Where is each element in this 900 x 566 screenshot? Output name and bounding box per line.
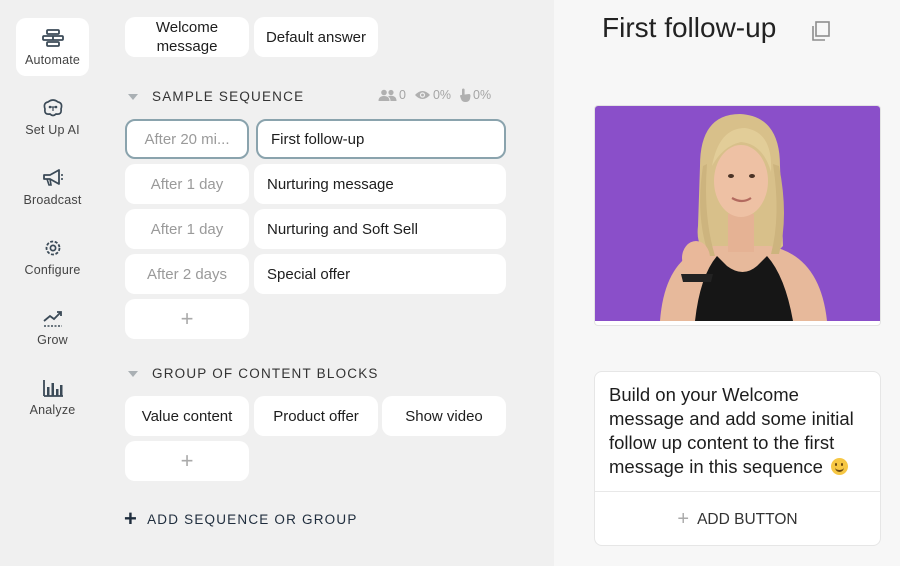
sidebar-item-broadcast[interactable]: Broadcast xyxy=(16,158,89,216)
gif-image xyxy=(595,106,880,321)
sidebar-item-analyze[interactable]: Analyze xyxy=(16,368,89,426)
delay-label: After 20 mi... xyxy=(144,130,230,148)
delay-label: After 1 day xyxy=(150,220,224,238)
smile-emoji-icon xyxy=(831,458,849,475)
default-answer-tile[interactable]: Default answer xyxy=(254,17,378,57)
users-count: 0 xyxy=(399,88,406,102)
message-label: Nurturing message xyxy=(267,175,394,193)
collapse-caret-icon[interactable] xyxy=(128,93,138,100)
plus-icon: + xyxy=(124,506,139,531)
sequence-delay-4[interactable]: After 2 days xyxy=(125,254,249,294)
sidebar-item-label: Set Up AI xyxy=(25,122,80,137)
sequence-message-4[interactable]: Special offer xyxy=(254,254,506,294)
sequence-delay-2[interactable]: After 1 day xyxy=(125,164,249,204)
sequence-header[interactable]: SAMPLE SEQUENCE xyxy=(128,89,304,104)
add-sequence-or-group-button[interactable]: + ADD SEQUENCE OR GROUP xyxy=(124,506,358,531)
sequence-message-1[interactable]: First follow-up xyxy=(256,119,506,159)
sidebar-item-grow[interactable]: Grow xyxy=(16,298,89,356)
block-label: Product offer xyxy=(273,407,359,425)
image-card[interactable] xyxy=(594,105,881,326)
message-label: First follow-up xyxy=(271,130,365,148)
welcome-message-tile[interactable]: Welcome message xyxy=(125,17,249,57)
message-label: Nurturing and Soft Sell xyxy=(267,220,418,238)
clicks-stat: 0% xyxy=(459,88,491,102)
pointer-hand-icon xyxy=(460,88,471,102)
plus-icon: + xyxy=(180,448,194,473)
content-block-show-video[interactable]: Show video xyxy=(382,396,506,436)
sequence-title: SAMPLE SEQUENCE xyxy=(152,89,305,104)
sidebar-item-automate[interactable]: Automate xyxy=(16,18,89,76)
sequence-stats: 0 0% 0% xyxy=(378,88,499,102)
sidebar: Automate Set Up AI Broadcast Configure G… xyxy=(0,0,106,566)
sidebar-item-label: Configure xyxy=(24,262,81,277)
collapse-caret-icon[interactable] xyxy=(128,370,138,377)
plus-icon: + xyxy=(180,306,194,331)
content-block-product-offer[interactable]: Product offer xyxy=(254,396,378,436)
eye-icon xyxy=(414,91,430,99)
add-sequence-message-button[interactable]: + xyxy=(125,299,249,339)
content-block-value[interactable]: Value content xyxy=(125,396,249,436)
bar-chart-icon xyxy=(42,379,63,397)
delay-label: After 2 days xyxy=(146,265,228,283)
automate-icon xyxy=(41,28,64,47)
ai-brain-icon xyxy=(43,98,62,116)
message-text[interactable]: Build on your Welcome message and add so… xyxy=(595,372,880,491)
trend-up-icon xyxy=(42,310,62,327)
message-title[interactable]: First follow-up xyxy=(602,12,776,44)
message-text-content: Build on your Welcome message and add so… xyxy=(609,384,854,477)
block-label: Show video xyxy=(405,407,483,425)
sequence-delay-3[interactable]: After 1 day xyxy=(125,209,249,249)
sidebar-item-label: Automate xyxy=(24,52,81,67)
views-rate: 0% xyxy=(432,88,452,102)
sequence-delay-1[interactable]: After 20 mi... xyxy=(125,119,249,159)
message-label: Special offer xyxy=(267,265,351,283)
sequence-message-2[interactable]: Nurturing message xyxy=(254,164,506,204)
sequence-message-3[interactable]: Nurturing and Soft Sell xyxy=(254,209,506,249)
group-title: GROUP OF CONTENT BLOCKS xyxy=(152,366,379,381)
default-answer-label: Default answer xyxy=(265,28,367,46)
views-stat: 0% xyxy=(414,88,451,102)
copy-icon[interactable] xyxy=(810,20,832,42)
sidebar-item-configure[interactable]: Configure xyxy=(16,228,89,286)
sidebar-item-set-up-ai[interactable]: Set Up AI xyxy=(16,88,89,146)
group-header[interactable]: GROUP OF CONTENT BLOCKS xyxy=(128,366,379,381)
users-stat: 0 xyxy=(378,88,406,102)
delay-label: After 1 day xyxy=(150,175,224,193)
sidebar-item-label: Broadcast xyxy=(23,192,82,207)
users-icon xyxy=(378,89,397,101)
text-message-card[interactable]: Build on your Welcome message and add so… xyxy=(594,371,881,546)
add-button-label: ADD BUTTON xyxy=(697,510,798,528)
block-label: Value content xyxy=(141,407,233,425)
sidebar-item-label: Analyze xyxy=(29,402,76,417)
megaphone-icon xyxy=(42,168,63,186)
add-button[interactable]: + ADD BUTTON xyxy=(595,492,880,547)
gear-icon xyxy=(45,240,60,255)
add-sequence-label: ADD SEQUENCE OR GROUP xyxy=(147,511,358,527)
welcome-message-label: Welcome message xyxy=(155,19,219,55)
sidebar-item-label: Grow xyxy=(37,332,68,347)
plus-icon: + xyxy=(677,508,690,530)
clicks-rate: 0% xyxy=(473,88,492,102)
add-content-block-button[interactable]: + xyxy=(125,441,249,481)
